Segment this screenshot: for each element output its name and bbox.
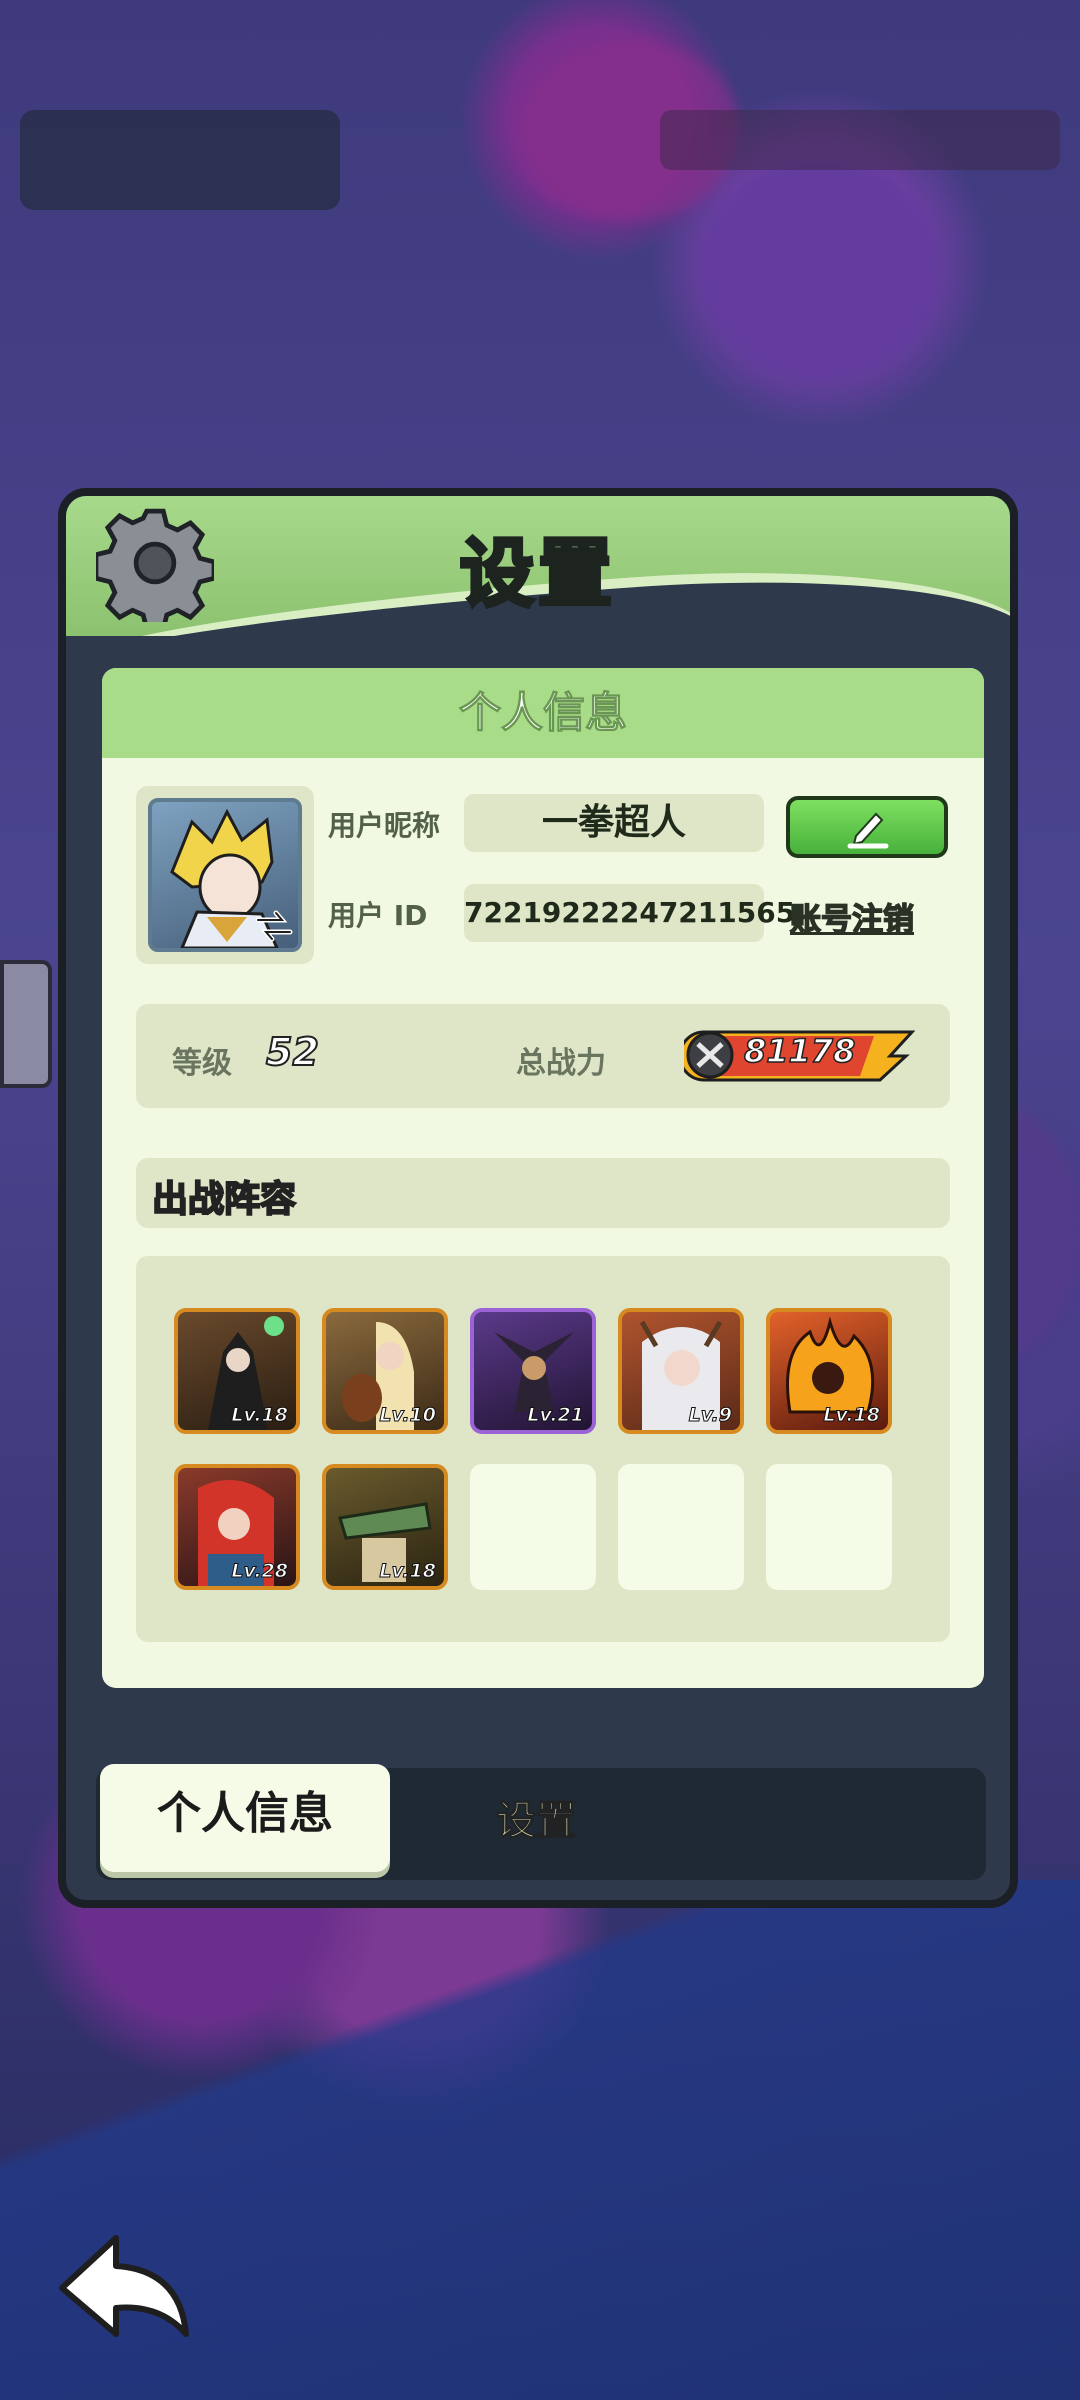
nickname-field: 一拳超人 <box>464 794 764 852</box>
hero-level: Lv.18 <box>231 1404 289 1427</box>
level-value: 52 <box>265 1029 320 1075</box>
hero-level: Lv.9 <box>688 1404 732 1427</box>
lineup-grid: Lv.18 Lv.10 Lv.21 Lv.9 Lv.18 Lv.28 Lv.18 <box>136 1256 950 1642</box>
power-label: 总战力 <box>516 1046 606 1081</box>
hero-slot[interactable]: Lv.18 <box>766 1308 892 1434</box>
empty-hero-slot[interactable] <box>470 1464 596 1590</box>
hero-slot[interactable]: Lv.18 <box>174 1308 300 1434</box>
hero-level: Lv.28 <box>231 1560 289 1583</box>
lineup-header: 出战阵容 <box>136 1158 950 1228</box>
tab-bar: 个人信息 设置 <box>96 1764 986 1880</box>
hero-slot[interactable]: Lv.21 <box>470 1308 596 1434</box>
user-id-field: 72219222247211565 <box>464 884 795 942</box>
section-title: 个人信息 <box>102 668 984 758</box>
power-value: 81178 <box>743 1031 856 1071</box>
account-cancel-link[interactable]: 账号注销 <box>789 894 915 939</box>
stats-bar: 等级 52 总战力 81178 <box>136 1004 950 1108</box>
user-id-label: 用户 ID <box>328 899 428 932</box>
back-arrow-icon[interactable] <box>56 2230 196 2340</box>
hero-level: Lv.18 <box>379 1560 437 1583</box>
hero-slot[interactable]: Lv.18 <box>322 1464 448 1590</box>
hero-slot[interactable]: Lv.9 <box>618 1308 744 1434</box>
power-badge: 81178 <box>684 1026 916 1084</box>
hero-level: Lv.10 <box>379 1404 437 1427</box>
swap-icon <box>255 910 293 942</box>
player-hud <box>20 110 340 210</box>
avatar[interactable] <box>148 798 302 952</box>
level-label: 等级 <box>172 1046 232 1081</box>
empty-hero-slot[interactable] <box>618 1464 744 1590</box>
empty-hero-slot[interactable] <box>766 1464 892 1590</box>
hero-slot[interactable]: Lv.10 <box>322 1308 448 1434</box>
background-tree <box>700 160 940 380</box>
pencil-icon <box>847 812 889 849</box>
hero-slot[interactable]: Lv.28 <box>174 1464 300 1590</box>
page-title: 设置 <box>458 529 616 619</box>
hero-level: Lv.18 <box>823 1404 881 1427</box>
avatar-frame[interactable] <box>136 786 314 964</box>
lineup-title: 出战阵容 <box>151 1178 297 1221</box>
tab-profile[interactable]: 个人信息 <box>100 1764 390 1872</box>
edit-nickname-button[interactable] <box>786 796 948 858</box>
tab-settings[interactable]: 设置 <box>496 1788 577 1846</box>
hero-level: Lv.21 <box>527 1404 585 1427</box>
panel-header: 设置 <box>66 496 1010 636</box>
settings-panel: 设置 个人信息 用户昵称 一拳超人 用户 ID 7221922224721156… <box>58 488 1018 1908</box>
resource-hud <box>660 110 1060 170</box>
profile-content: 个人信息 用户昵称 一拳超人 用户 ID 72219222247211565 账… <box>102 668 984 1688</box>
nickname-label: 用户昵称 <box>328 809 441 842</box>
side-device-icon[interactable] <box>0 960 52 1088</box>
